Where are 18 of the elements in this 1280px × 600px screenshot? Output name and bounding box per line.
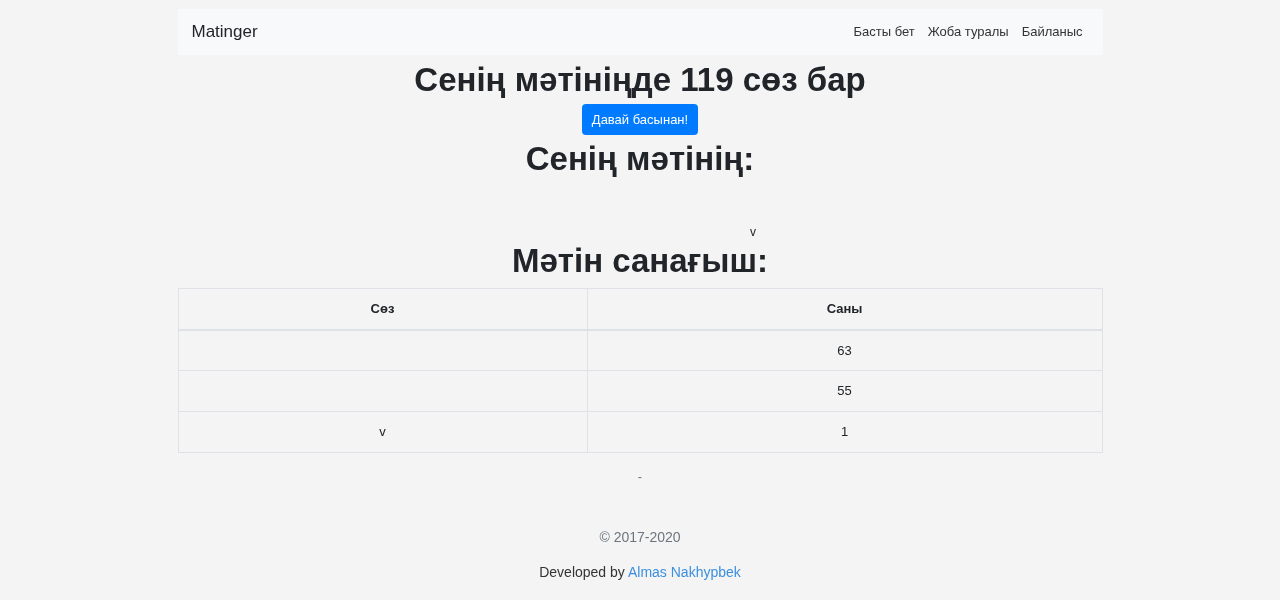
brand-link[interactable]: Matinger [191, 19, 258, 45]
text-heading: Сенің мәтінің: [525, 139, 755, 179]
table-cell: 63 [587, 329, 1102, 371]
counter-heading: Мәтін санағыш: [511, 241, 769, 281]
column-header: Сөз [178, 288, 587, 330]
table-cell: v [178, 411, 587, 453]
text-body: v [750, 224, 756, 240]
nav-link[interactable]: Байланыс [1021, 22, 1083, 42]
restart-button[interactable]: Давай басынан! [581, 104, 699, 135]
separator-text: - [637, 468, 643, 486]
nav-link[interactable]: Басты бет [853, 22, 915, 42]
table-cell: 1 [587, 411, 1102, 453]
result-heading: Сенің мәтініңде 119 сөз бар [414, 60, 866, 100]
nav-link[interactable]: Жоба туралы [927, 22, 1009, 42]
column-header: Саны [587, 288, 1102, 330]
table-cell: 55 [587, 370, 1102, 412]
copyright-text: © 2017-2020 [599, 527, 681, 547]
credit-text: Developed by Almas Nakhypbek [539, 562, 741, 582]
